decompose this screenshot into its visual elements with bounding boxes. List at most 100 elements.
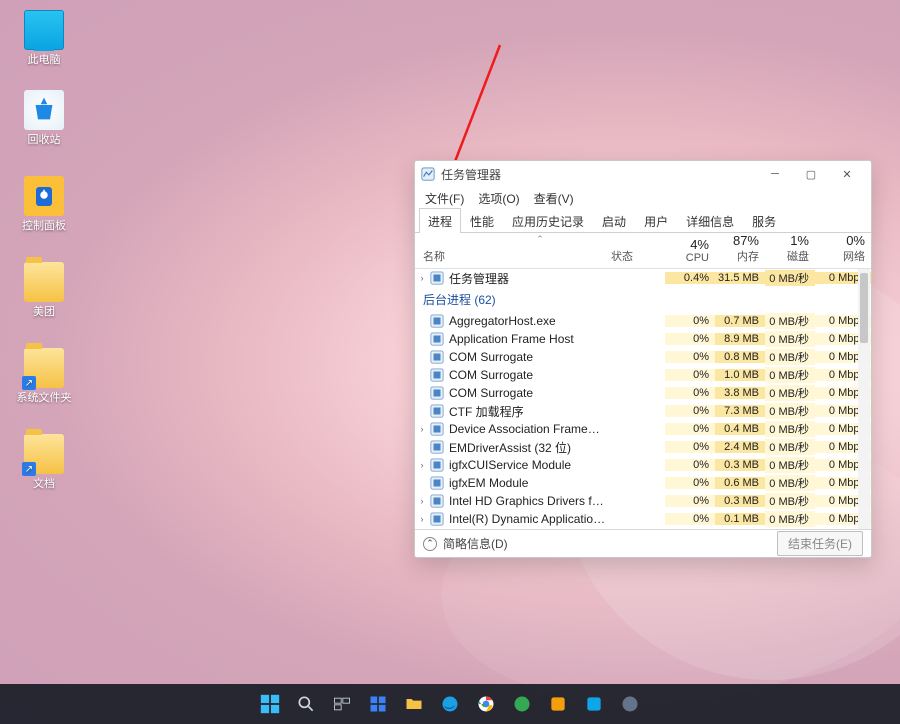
- cell-cpu: 0%: [665, 405, 715, 417]
- tab-details[interactable]: 详细信息: [677, 208, 743, 233]
- process-name: Device Association Framewo...: [449, 422, 611, 436]
- col-header-network[interactable]: 0%网络: [815, 233, 871, 268]
- process-row[interactable]: AggregatorHost.exe0%0.7 MB0 MB/秒0 Mbps: [415, 312, 871, 330]
- expand-toggle-icon[interactable]: ›: [415, 273, 429, 283]
- desktop-icon-folder-shortcut[interactable]: ↗ 系统文件夹: [14, 348, 74, 405]
- cell-memory: 0.4 MB: [715, 423, 765, 435]
- taskbar-app-icon[interactable]: [580, 690, 608, 718]
- process-row[interactable]: ›任务管理器0.4%31.5 MB0 MB/秒0 Mbps: [415, 269, 871, 287]
- desktop-icon-this-pc[interactable]: 此电脑: [14, 10, 74, 67]
- tab-services[interactable]: 服务: [743, 208, 785, 233]
- process-icon: [429, 314, 445, 328]
- cell-memory: 8.9 MB: [715, 333, 765, 345]
- cell-memory: 0.3 MB: [715, 495, 765, 507]
- expand-toggle-icon[interactable]: ›: [415, 460, 429, 470]
- desktop-icon-folder-shortcut[interactable]: ↗ 文档: [14, 434, 74, 491]
- process-row[interactable]: CTF 加载程序0%7.3 MB0 MB/秒0 Mbps: [415, 402, 871, 420]
- cell-memory: 7.3 MB: [715, 405, 765, 417]
- taskbar-explorer-icon[interactable]: [400, 690, 428, 718]
- column-headers: ⌃ 名称 状态 4%CPU 87%内存 1%磁盘 0%网络: [415, 233, 871, 269]
- process-row[interactable]: › Intel HD Graphics Drivers for... 0%0.3 M…: [415, 492, 871, 510]
- process-name: igfxCUIService Module: [449, 458, 611, 472]
- menubar: 文件(F) 选项(O) 查看(V): [415, 187, 871, 209]
- taskbar-search-icon[interactable]: [292, 690, 320, 718]
- task-manager-window: 任务管理器 ─ ▢ ✕ 文件(F) 选项(O) 查看(V) 进程 性能 应用历史…: [414, 160, 872, 558]
- cell-memory: 3.8 MB: [715, 387, 765, 399]
- cell-disk: 0 MB/秒: [765, 493, 815, 509]
- window-title: 任务管理器: [441, 166, 757, 183]
- process-row[interactable]: igfxEM Module0%0.6 MB0 MB/秒0 Mbps: [415, 474, 871, 492]
- taskbar-taskview-icon[interactable]: [328, 690, 356, 718]
- taskbar-app-icon[interactable]: [616, 690, 644, 718]
- minimize-button[interactable]: ─: [757, 163, 793, 185]
- expand-toggle-icon[interactable]: ›: [415, 496, 429, 506]
- desktop: 此电脑 回收站 控制面板 美团 ↗ 系统文件夹 ↗ 文档 任务管理器: [0, 0, 900, 724]
- maximize-button[interactable]: ▢: [793, 163, 829, 185]
- desktop-icon-label: 此电脑: [14, 54, 74, 67]
- process-row[interactable]: COM Surrogate0%1.0 MB0 MB/秒0 Mbps: [415, 366, 871, 384]
- process-row[interactable]: COM Surrogate0%3.8 MB0 MB/秒0 Mbps: [415, 384, 871, 402]
- cell-disk: 0 MB/秒: [765, 439, 815, 455]
- tab-users[interactable]: 用户: [635, 208, 677, 233]
- desktop-icon-label: 系统文件夹: [14, 392, 74, 405]
- taskbar-app-icon[interactable]: [508, 690, 536, 718]
- menu-file[interactable]: 文件(F): [421, 188, 468, 209]
- fewer-details-link[interactable]: 简略信息(D): [443, 535, 508, 552]
- menu-options[interactable]: 选项(O): [474, 188, 523, 209]
- folder-icon: ↗: [24, 348, 64, 388]
- process-row[interactable]: EMDriverAssist (32 位)0%2.4 MB0 MB/秒0 Mbp…: [415, 438, 871, 456]
- menu-view[interactable]: 查看(V): [530, 188, 578, 209]
- cell-cpu: 0%: [665, 459, 715, 471]
- desktop-icon-folder[interactable]: 美团: [14, 262, 74, 319]
- tab-processes[interactable]: 进程: [419, 208, 461, 233]
- fewer-details-icon[interactable]: ⌃: [423, 537, 437, 551]
- process-name: Intel HD Graphics Drivers for...: [449, 494, 611, 508]
- group-header: 后台进程 (62): [415, 287, 871, 312]
- app-icon: [421, 167, 435, 181]
- taskbar-chrome-icon[interactable]: [472, 690, 500, 718]
- process-row[interactable]: ›igfxCUIService Module0%0.3 MB0 MB/秒0 Mb…: [415, 456, 871, 474]
- cell-disk: 0 MB/秒: [765, 457, 815, 473]
- taskbar-edge-icon[interactable]: [436, 690, 464, 718]
- expand-toggle-icon[interactable]: ›: [415, 424, 429, 434]
- cell-cpu: 0.4%: [665, 272, 715, 284]
- monitor-icon: [24, 10, 64, 50]
- desktop-icon-control-panel[interactable]: 控制面板: [14, 176, 74, 233]
- cell-disk: 0 MB/秒: [765, 270, 815, 286]
- scrollbar[interactable]: [858, 269, 870, 529]
- control-panel-icon: [24, 176, 64, 216]
- cell-cpu: 0%: [665, 495, 715, 507]
- process-name: Intel(R) Dynamic Application ...: [449, 512, 611, 526]
- process-name: Application Frame Host: [449, 332, 611, 346]
- end-task-button[interactable]: 结束任务(E): [777, 531, 863, 556]
- process-name: COM Surrogate: [449, 386, 611, 400]
- taskbar-widgets-icon[interactable]: [364, 690, 392, 718]
- cell-disk: 0 MB/秒: [765, 511, 815, 527]
- tab-app-history[interactable]: 应用历史记录: [503, 208, 593, 233]
- tab-startup[interactable]: 启动: [593, 208, 635, 233]
- cell-disk: 0 MB/秒: [765, 403, 815, 419]
- tab-performance[interactable]: 性能: [461, 208, 503, 233]
- cell-cpu: 0%: [665, 441, 715, 453]
- cell-cpu: 0%: [665, 387, 715, 399]
- process-row[interactable]: Application Frame Host0%8.9 MB0 MB/秒0 Mb…: [415, 330, 871, 348]
- desktop-icon-label: 回收站: [14, 134, 74, 147]
- scrollbar-thumb[interactable]: [860, 273, 868, 343]
- process-name: COM Surrogate: [449, 350, 611, 364]
- close-button[interactable]: ✕: [829, 163, 865, 185]
- process-row[interactable]: COM Surrogate0%0.8 MB0 MB/秒0 Mbps: [415, 348, 871, 366]
- start-button[interactable]: [256, 690, 284, 718]
- process-row[interactable]: ›Intel(R) Dynamic Application ...0%0.1 M…: [415, 510, 871, 528]
- taskbar-app-icon[interactable]: [544, 690, 572, 718]
- col-header-memory[interactable]: 87%内存: [715, 233, 765, 268]
- expand-toggle-icon[interactable]: ›: [415, 514, 429, 524]
- process-row[interactable]: ›Device Association Framewo...0%0.4 MB0 …: [415, 420, 871, 438]
- titlebar[interactable]: 任务管理器 ─ ▢ ✕: [415, 161, 871, 187]
- col-header-cpu[interactable]: 4%CPU: [665, 233, 715, 268]
- col-header-disk[interactable]: 1%磁盘: [765, 233, 815, 268]
- desktop-icon-recycle-bin[interactable]: 回收站: [14, 90, 74, 147]
- cell-memory: 31.5 MB: [715, 272, 765, 284]
- process-name: AggregatorHost.exe: [449, 314, 611, 328]
- cell-memory: 0.8 MB: [715, 351, 765, 363]
- process-name: COM Surrogate: [449, 368, 611, 382]
